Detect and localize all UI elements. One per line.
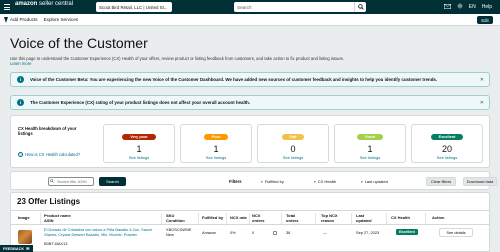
checkbox[interactable]	[273, 231, 277, 235]
clear-filters-button[interactable]: Clear filters	[426, 177, 456, 186]
feedback-tab[interactable]: FEEDBACK ✉	[0, 245, 33, 252]
help-label[interactable]: Help	[482, 4, 492, 10]
offer-listings-table: 23 Offer Listings Image Product name ASI…	[10, 192, 490, 252]
column-header[interactable]: CX Health	[391, 215, 410, 221]
download-data-button[interactable]: Download data	[463, 177, 497, 186]
column-header[interactable]: Total orders	[286, 213, 298, 223]
mail-icon[interactable]	[443, 3, 451, 11]
page-intro: Use this page to understand the Customer…	[10, 56, 480, 66]
top-navigation-bar: amazon seller central Scout Bird Retail,…	[0, 0, 500, 14]
fulfilled-by-dropdown[interactable]: ▾ Fulfilled by	[261, 179, 284, 184]
cx-health-title: CX Health breakdown of your listings	[18, 126, 77, 136]
see-listings-link[interactable]: See listings	[258, 155, 328, 160]
bucket-good[interactable]: Good 1 See listings	[334, 124, 406, 163]
global-search-input[interactable]: Search	[234, 2, 354, 12]
status-pill: Very poor	[122, 134, 156, 140]
see-listings-link[interactable]: See listings	[181, 155, 251, 160]
status-pill: Poor	[203, 134, 229, 140]
column-header[interactable]: Fulfilled by	[202, 215, 223, 221]
menu-icon[interactable]	[4, 4, 10, 10]
chevron-down-icon: ▾	[261, 179, 263, 184]
total-orders-value: 38	[286, 230, 291, 235]
bucket-fair[interactable]: Fair 0 See listings	[257, 124, 329, 163]
pin-icon	[4, 17, 8, 23]
bucket-very-poor[interactable]: Very poor 1 See listings	[103, 124, 175, 163]
info-icon: i	[17, 99, 24, 106]
see-listings-link[interactable]: See listings	[412, 155, 482, 160]
close-icon[interactable]: ✕	[480, 100, 484, 106]
status-pill: Good	[357, 134, 383, 140]
store-selector[interactable]: Scout Bird Retail, LLC | United St...	[96, 2, 172, 12]
cx-health-badge: Excellent	[396, 229, 418, 235]
chevron-down-icon: ▾	[361, 179, 363, 184]
search-icon	[50, 179, 54, 183]
column-header[interactable]: SKU Condition	[166, 213, 185, 223]
cx-rating-info-banner: i The Customer Experience (CX) rating of…	[10, 95, 490, 110]
search-button[interactable]: Search	[99, 177, 126, 186]
amazon-seller-central-logo[interactable]: amazon seller central	[15, 1, 73, 7]
cx-health-breakdown-card: CX Health breakdown of your listings ? H…	[10, 115, 490, 168]
page-title: Voice of the Customer	[10, 35, 148, 51]
learn-more-link[interactable]: Learn more	[10, 61, 480, 66]
bucket-excellent[interactable]: Excellent 20 See listings	[411, 124, 483, 163]
intro-text: Use this page to understand the Customer…	[10, 56, 344, 61]
shortcut-add-products[interactable]: Add Products	[10, 17, 38, 22]
cx-health-calculation-link[interactable]: How is CX Health calculated?	[25, 152, 80, 157]
column-header: Action	[432, 215, 445, 220]
fulfilled-by-value: Amazon	[202, 230, 217, 235]
chat-icon: ✉	[26, 247, 30, 251]
column-header[interactable]: Top NCX reason	[321, 213, 338, 223]
bucket-count: 1	[213, 144, 219, 154]
shortcut-explore-services[interactable]: Explore Services	[44, 17, 78, 22]
last-updated-dropdown[interactable]: ▾ Last updated	[361, 179, 388, 184]
dropdown-label: Last updated	[364, 179, 388, 184]
status-pill: Fair	[281, 134, 305, 140]
filters-toolbar: Search title, ASIN Search Filters ▾ Fulfi…	[10, 171, 497, 190]
see-listings-link[interactable]: See listings	[104, 155, 174, 160]
close-icon[interactable]: ✕	[480, 77, 484, 83]
cx-health-dropdown[interactable]: ▾ CX Health	[314, 179, 336, 184]
shortcut-bar: Add Products Explore Services Edit	[0, 14, 500, 26]
dropdown-label: Fulfilled by	[264, 179, 284, 184]
bucket-count: 1	[367, 144, 373, 154]
column-header[interactable]: NCX orders	[252, 213, 264, 223]
table-row: El Dorado de Cristalina con sabor a Piña…	[11, 226, 489, 251]
top-ncx-reason-value: —	[323, 230, 327, 235]
banner-text: The Customer Experience (CX) rating of y…	[30, 100, 251, 105]
column-header[interactable]: Last updated	[356, 213, 372, 223]
bucket-count: 20	[441, 144, 452, 154]
language-selector[interactable]: EN	[469, 4, 476, 10]
listing-search-input[interactable]: Search title, ASIN	[48, 177, 94, 186]
column-header[interactable]: Product name ASIN	[44, 213, 71, 223]
bucket-count: 0	[290, 144, 296, 154]
settings-gear-icon[interactable]	[457, 3, 463, 11]
filters-label: Filters	[229, 179, 242, 184]
status-pill: Excellent	[430, 134, 464, 140]
column-header[interactable]: NCX rate	[230, 215, 247, 221]
ncx-rate-value: 0%	[230, 230, 236, 235]
dropdown-label: CX Health	[317, 179, 336, 184]
beta-info-banner: i Voice of the Customer Beta: You are ex…	[10, 72, 490, 87]
table-header: Image Product name ASIN SKU Condition Fu…	[11, 210, 489, 225]
help-circle-icon: ?	[18, 152, 23, 157]
chevron-down-icon: ▾	[314, 179, 316, 184]
info-icon: i	[17, 76, 24, 83]
see-details-button[interactable]: See details	[439, 228, 473, 237]
bucket-poor[interactable]: Poor 1 See listings	[180, 124, 252, 163]
bucket-count: 1	[136, 144, 142, 154]
search-icon[interactable]	[354, 2, 366, 12]
column-header: Image	[18, 215, 30, 220]
edit-shortcuts-button[interactable]: Edit	[477, 16, 493, 24]
table-title: 23 Offer Listings	[17, 197, 81, 206]
condition-value: New	[166, 232, 174, 237]
last-updated-value: Sep 27, 2023	[356, 230, 380, 235]
ncx-orders-value: 0	[252, 230, 255, 235]
product-name-link[interactable]: El Dorado de Cristalina con sabor a Piña…	[44, 227, 156, 237]
banner-text: Voice of the Customer Beta: You are expe…	[30, 77, 438, 82]
product-image[interactable]	[18, 230, 32, 244]
see-listings-link[interactable]: See listings	[335, 155, 405, 160]
asin-value: B0BTJ4AX13	[44, 241, 68, 246]
feedback-label: FEEDBACK	[3, 246, 25, 251]
